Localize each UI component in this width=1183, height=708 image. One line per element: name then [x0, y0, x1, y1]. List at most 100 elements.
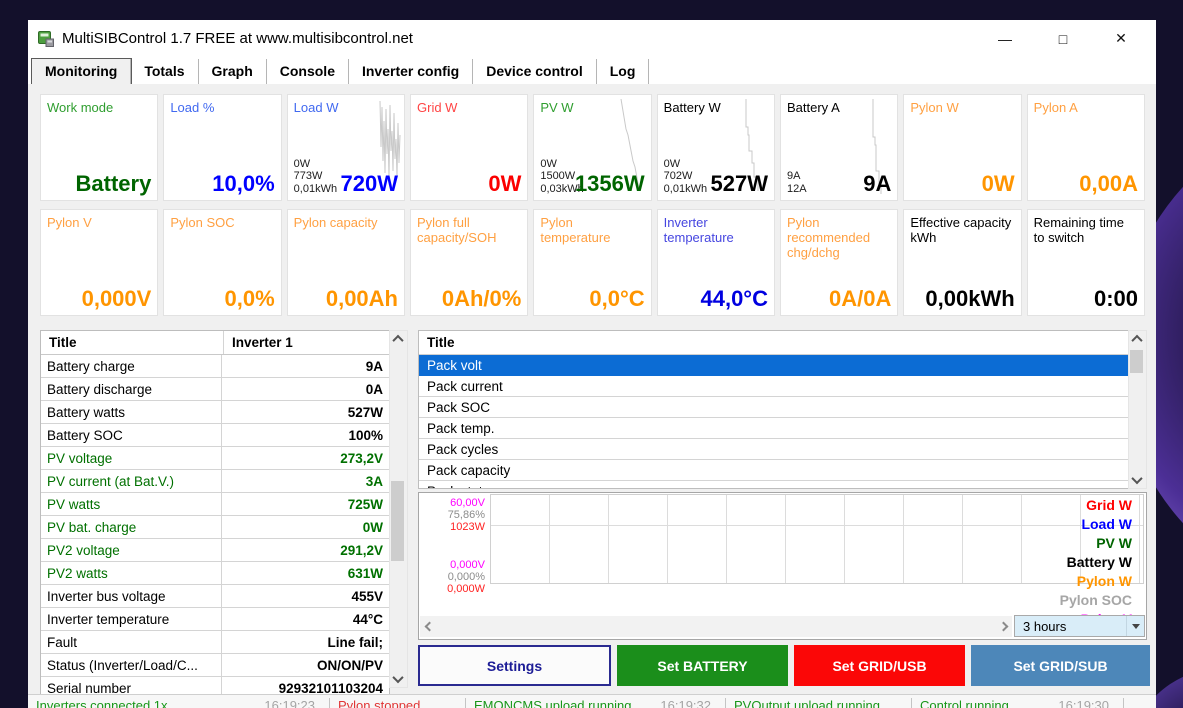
list-item-pack-status[interactable]: Pack status: [419, 481, 1129, 489]
row-value: ON/ON/PV: [222, 658, 389, 673]
time-range-select[interactable]: 3 hours: [1014, 615, 1145, 637]
card-pylon-full-capacity-soh: Pylon full capacity/SOH0Ah/0%: [410, 209, 528, 316]
settings-button[interactable]: Settings: [418, 645, 611, 686]
card-value: 0A/0A: [829, 286, 891, 312]
set-grid-sub-button[interactable]: Set GRID/SUB: [971, 645, 1150, 686]
list-item-pack-cycles[interactable]: Pack cycles: [419, 439, 1129, 460]
card-title: Load %: [164, 95, 280, 120]
list-item-pack-temp[interactable]: Pack temp.: [419, 418, 1129, 439]
card-pylon-soc: Pylon SOC0,0%: [163, 209, 281, 316]
chart-legend: Grid WLoad WPV WBattery WPylon WPylon SO…: [1060, 496, 1132, 629]
status-bar: Inverters connected 1x16:19:23Pylon stop…: [28, 694, 1156, 708]
table-row-fault[interactable]: FaultLine fail;: [41, 631, 389, 654]
tab-device-control[interactable]: Device control: [473, 59, 596, 84]
tab-log[interactable]: Log: [597, 59, 650, 84]
row-label: Battery charge: [41, 355, 222, 377]
scroll-up-icon[interactable]: [1129, 331, 1144, 347]
card-value: 0,0°C: [589, 286, 644, 312]
row-value: 0W: [222, 520, 389, 535]
card-work-mode: Work modeBattery: [40, 94, 158, 201]
table-row-battery-charge[interactable]: Battery charge9A: [41, 355, 389, 378]
card-title: Pylon V: [41, 210, 157, 235]
table-row-battery-watts[interactable]: Battery watts527W: [41, 401, 389, 424]
tab-graph[interactable]: Graph: [199, 59, 267, 84]
list-item-pack-capacity[interactable]: Pack capacity: [419, 460, 1129, 481]
maximize-button[interactable]: □: [1034, 20, 1092, 57]
table-row-battery-soc[interactable]: Battery SOC100%: [41, 424, 389, 447]
table-row-pv-watts[interactable]: PV watts725W: [41, 493, 389, 516]
card-pylon-w: Pylon W0W: [903, 94, 1021, 201]
row-label: Inverter temperature: [41, 608, 222, 630]
card-title: Pylon recommended chg/dchg: [781, 210, 897, 265]
card-title: Work mode: [41, 95, 157, 120]
y-axis-label: 0,000W: [419, 583, 485, 595]
scrollbar-thumb[interactable]: [391, 481, 404, 561]
card-value: 0,00kWh: [925, 286, 1014, 312]
row-label: Battery discharge: [41, 378, 222, 400]
row-value: 631W: [222, 566, 389, 581]
y-axis-label: 0,000V: [419, 559, 485, 571]
pack-list-scrollbar[interactable]: [1128, 330, 1147, 489]
table-header-inverter1: Inverter 1: [224, 335, 389, 350]
list-item-pack-volt[interactable]: Pack volt: [419, 355, 1129, 376]
chart-plot: [490, 494, 1144, 584]
card-title: Inverter temperature: [658, 210, 774, 250]
left-table-scrollbar[interactable]: [389, 330, 408, 688]
set-battery-button[interactable]: Set BATTERY: [617, 645, 788, 686]
card-value: 0,000V: [82, 286, 152, 312]
card-battery-w: Battery W0W702W0,01kWh527W: [657, 94, 775, 201]
row-value: 291,2V: [222, 543, 389, 558]
row-label: PV2 watts: [41, 562, 222, 584]
card-load-w: Load W0W773W0,01kWh720W: [287, 94, 405, 201]
card-pylon-recommended-chg-dchg: Pylon recommended chg/dchg 0A/0A: [780, 209, 898, 316]
list-header: Title: [419, 331, 1129, 355]
card-remaining-time-to-switch: Remaining time to switch0:00: [1027, 209, 1145, 316]
card-value: 0,0%: [225, 286, 275, 312]
metric-cards-grid: Work modeBatteryLoad %10,0%Load W0W773W0…: [40, 94, 1145, 316]
row-value: 3A: [222, 474, 389, 489]
scroll-right-icon[interactable]: [994, 616, 1012, 637]
tab-console[interactable]: Console: [267, 59, 349, 84]
table-row-pv-current-at-bat-v[interactable]: PV current (at Bat.V.)3A: [41, 470, 389, 493]
set-grid-usb-button[interactable]: Set GRID/USB: [794, 645, 965, 686]
window-controls: — □ ✕: [976, 20, 1150, 57]
legend-grid-w: Grid W: [1060, 496, 1132, 515]
card-title: Pylon temperature: [534, 210, 650, 250]
table-row-pv2-watts[interactable]: PV2 watts631W: [41, 562, 389, 585]
row-value: 527W: [222, 405, 389, 420]
table-row-pv2-voltage[interactable]: PV2 voltage291,2V: [41, 539, 389, 562]
row-value: 44°C: [222, 612, 389, 627]
list-item-pack-current[interactable]: Pack current: [419, 376, 1129, 397]
dropdown-button[interactable]: [1126, 616, 1144, 636]
card-title: Grid W: [411, 95, 527, 120]
table-row-inverter-temperature[interactable]: Inverter temperature44°C: [41, 608, 389, 631]
row-label: PV watts: [41, 493, 222, 515]
table-row-status-inverter-load-c[interactable]: Status (Inverter/Load/C...ON/ON/PV: [41, 654, 389, 677]
scroll-left-icon[interactable]: [420, 616, 438, 637]
tab-totals[interactable]: Totals: [131, 59, 198, 84]
card-pylon-v: Pylon V 0,000V: [40, 209, 158, 316]
tab-inverter-config[interactable]: Inverter config: [349, 59, 473, 84]
card-pylon-a: Pylon A0,00A: [1027, 94, 1145, 201]
chart-time-scrollbar[interactable]: [420, 616, 1012, 637]
card-title: Pylon W: [904, 95, 1020, 120]
tab-monitoring[interactable]: Monitoring: [32, 59, 131, 84]
table-row-inverter-bus-voltage[interactable]: Inverter bus voltage455V: [41, 585, 389, 608]
table-row-pv-voltage[interactable]: PV voltage273,2V: [41, 447, 389, 470]
legend-load-w: Load W: [1060, 515, 1132, 534]
titlebar[interactable]: MultiSIBControl 1.7 FREE at www.multisib…: [28, 20, 1156, 57]
scrollbar-thumb[interactable]: [1130, 350, 1143, 373]
table-row-pv-bat-charge[interactable]: PV bat. charge0W: [41, 516, 389, 539]
y-axis-label: 0,000%: [419, 571, 485, 583]
scroll-down-icon[interactable]: [1129, 472, 1144, 488]
table-row-battery-discharge[interactable]: Battery discharge0A: [41, 378, 389, 401]
minimize-button[interactable]: —: [976, 20, 1034, 57]
row-value: Line fail;: [222, 635, 389, 650]
row-value: 100%: [222, 428, 389, 443]
scroll-up-icon[interactable]: [390, 331, 405, 347]
list-item-pack-soc[interactable]: Pack SOC: [419, 397, 1129, 418]
close-button[interactable]: ✕: [1092, 20, 1150, 57]
scroll-down-icon[interactable]: [390, 671, 405, 687]
desktop: MultiSIBControl 1.7 FREE at www.multisib…: [0, 0, 1183, 708]
status-pvoutput-upload-running: PVOutput upload running: [726, 698, 912, 708]
